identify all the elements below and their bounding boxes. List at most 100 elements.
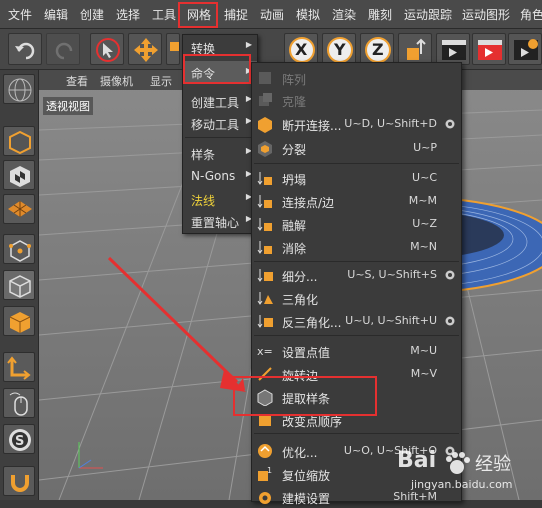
snap-button[interactable]: S xyxy=(3,424,35,454)
menu-item-label: 移动工具 xyxy=(191,118,240,132)
melt-icon xyxy=(257,218,272,231)
x-axis-label: X xyxy=(295,40,308,59)
triangulate-icon xyxy=(257,292,273,305)
menu-item-label: 创建工具 xyxy=(191,96,240,110)
scale-icon xyxy=(170,42,179,51)
reset-scale-icon: 1 xyxy=(258,466,272,481)
command-disconnect[interactable]: 断开连接... U~D, U~Shift+D xyxy=(252,113,461,135)
command-triangulate[interactable]: 三角化 xyxy=(252,287,461,309)
command-subdivide[interactable]: 细分... U~S, U~Shift+S xyxy=(252,264,461,286)
commands-highlight-box xyxy=(183,54,251,84)
mesh-menu-item-reset-axis[interactable]: 重置轴心 ▶ xyxy=(183,211,257,231)
view-menu[interactable]: 查看 xyxy=(66,73,88,89)
magnet-button[interactable] xyxy=(3,466,35,496)
z-axis-button[interactable]: Z xyxy=(360,33,394,65)
menu-animate[interactable]: 动画 xyxy=(260,6,284,23)
modeling-settings-gear-icon xyxy=(259,492,271,504)
clone-icon xyxy=(259,93,272,106)
svg-text:x=: x= xyxy=(257,345,273,358)
mesh-menu-item-spline[interactable]: 样条 ▶ xyxy=(183,143,257,163)
mesh-menu-item-ngons[interactable]: N-Gons ▶ xyxy=(183,166,257,186)
command-array[interactable]: 阵列 xyxy=(252,67,461,89)
command-label: 连接点/边 xyxy=(282,196,335,210)
command-collapse[interactable]: 坍塌 U~C xyxy=(252,167,461,189)
command-label: 克隆 xyxy=(282,95,307,109)
mesh-menu-item-move-tools[interactable]: 移动工具 ▶ xyxy=(183,113,257,133)
undo-button[interactable] xyxy=(8,33,42,65)
command-set-point-value[interactable]: x= 设置点值 M~U xyxy=(252,340,461,362)
model-mode-button[interactable] xyxy=(3,126,35,156)
clapper-render-icon xyxy=(478,40,502,60)
coordinate-system-button[interactable] xyxy=(398,33,432,65)
y-axis-button[interactable]: Y xyxy=(322,33,356,65)
cube-polygons-icon xyxy=(9,312,31,333)
menu-character[interactable]: 角色 xyxy=(520,6,542,23)
camera-menu[interactable]: 摄像机 xyxy=(100,73,133,89)
redo-button[interactable] xyxy=(46,33,80,65)
array-icon xyxy=(259,72,271,84)
scale-tool-button[interactable] xyxy=(166,33,180,65)
command-label: 三角化 xyxy=(282,293,319,307)
cube-points-icon xyxy=(9,240,31,262)
command-shortcut: U~P xyxy=(413,141,437,154)
mesh-menu-item-create-tools[interactable]: 创建工具 ▶ xyxy=(183,91,257,111)
menu-item-label: 重置轴心 xyxy=(191,216,240,230)
menu-motion-tracking[interactable]: 运动跟踪 xyxy=(404,6,452,23)
gear-icon[interactable] xyxy=(444,118,456,130)
collapse-icon xyxy=(257,172,272,185)
command-label: 断开连接... xyxy=(282,119,342,133)
command-shortcut: U~C xyxy=(412,171,437,184)
command-clone[interactable]: 克隆 xyxy=(252,89,461,111)
polygons-mode-button[interactable] xyxy=(3,306,35,336)
command-dissolve[interactable]: 消除 M~N xyxy=(252,236,461,258)
menu-snap[interactable]: 捕捉 xyxy=(224,6,248,23)
command-shortcut: U~S, U~Shift+S xyxy=(347,268,437,281)
menu-edit[interactable]: 编辑 xyxy=(44,6,68,23)
menu-separator xyxy=(185,137,255,138)
menu-mograph[interactable]: 运动图形 xyxy=(462,6,510,23)
gear-icon[interactable] xyxy=(444,315,456,327)
command-shortcut: U~Z xyxy=(412,217,437,230)
axis-mode-button[interactable] xyxy=(3,352,35,382)
render-view-button[interactable] xyxy=(436,33,470,65)
make-editable-button[interactable] xyxy=(3,74,35,104)
menu-select[interactable]: 选择 xyxy=(116,6,140,23)
command-shortcut: M~U xyxy=(410,344,437,357)
menu-separator xyxy=(254,163,459,164)
command-untriangulate[interactable]: 反三角化... U~U, U~Shift+U xyxy=(252,310,461,332)
cube-orange-outline-icon xyxy=(9,130,31,155)
tweak-mode-button[interactable] xyxy=(3,388,35,418)
baidu-watermark: Bai 经验 jingyan.baidu.com xyxy=(397,448,537,498)
gear-icon[interactable] xyxy=(444,269,456,281)
menu-render[interactable]: 渲染 xyxy=(332,6,356,23)
menu-tools[interactable]: 工具 xyxy=(152,6,176,23)
command-label: 坍塌 xyxy=(282,173,307,187)
menu-file[interactable]: 文件 xyxy=(8,6,32,23)
z-axis-label: Z xyxy=(372,40,384,59)
x-axis-button[interactable]: X xyxy=(284,33,318,65)
command-connect-points-edges[interactable]: 连接点/边 M~M xyxy=(252,190,461,212)
menu-sculpt[interactable]: 雕刻 xyxy=(368,6,392,23)
command-label: 设置点值 xyxy=(282,346,331,360)
redo-icon xyxy=(55,42,73,60)
move-arrows-icon xyxy=(134,38,158,62)
edges-mode-button[interactable] xyxy=(3,270,35,300)
command-melt[interactable]: 融解 U~Z xyxy=(252,213,461,235)
workplane-button[interactable] xyxy=(3,194,35,224)
texture-mode-button[interactable] xyxy=(3,160,35,190)
render-picture-viewer-button[interactable] xyxy=(472,33,506,65)
mesh-menu-item-normals[interactable]: 法线 ▶ xyxy=(183,189,257,209)
commands-submenu: 阵列 克隆 断开连接... U~D, U~Shift+D 分裂 U~P 坍塌 U… xyxy=(251,62,462,506)
menu-separator xyxy=(254,261,459,262)
command-shortcut: M~N xyxy=(410,240,437,253)
watermark-url: jingyan.baidu.com xyxy=(411,478,513,491)
move-tool-button[interactable] xyxy=(128,33,162,65)
command-split[interactable]: 分裂 U~P xyxy=(252,137,461,159)
magnet-icon xyxy=(11,475,29,492)
menu-create[interactable]: 创建 xyxy=(80,6,104,23)
points-mode-button[interactable] xyxy=(3,234,35,264)
live-selection-button[interactable] xyxy=(90,33,124,65)
render-settings-button[interactable] xyxy=(508,33,542,65)
menu-simulate[interactable]: 模拟 xyxy=(296,6,320,23)
display-menu[interactable]: 显示 xyxy=(150,73,172,89)
